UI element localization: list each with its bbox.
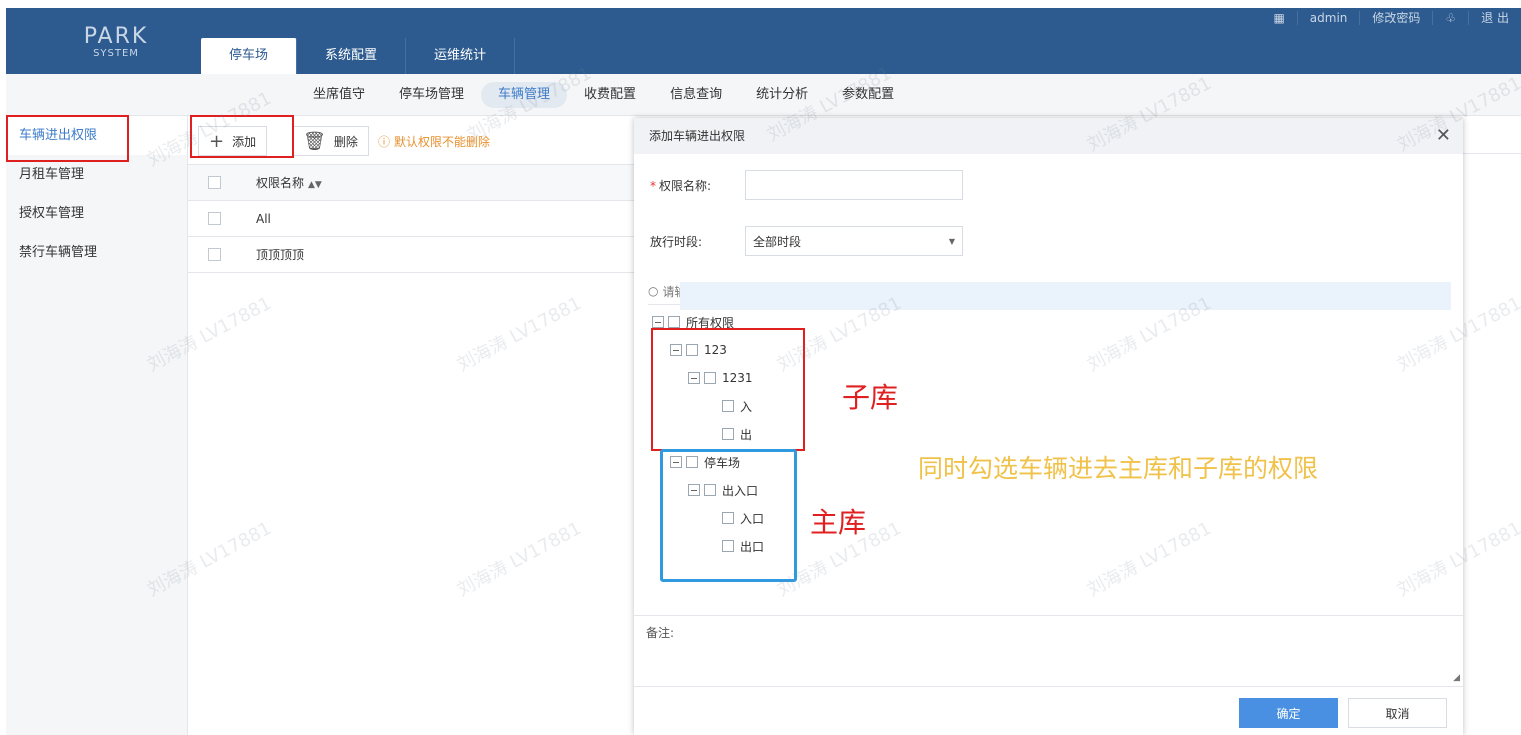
change-password-link[interactable]: 修改密码 xyxy=(1359,11,1432,25)
name-form-row: * 权限名称: xyxy=(650,170,963,200)
tree-checkbox[interactable] xyxy=(668,316,680,328)
sidebar-item-authorized-vehicle[interactable]: 授权车管理 xyxy=(6,194,187,233)
tab-parking-lot[interactable]: 停车场 xyxy=(201,38,298,74)
skin-icon[interactable]: ♧ xyxy=(1432,11,1468,25)
subnav-info-query[interactable]: 信息查询 xyxy=(653,82,739,108)
permission-name-cell: All xyxy=(256,212,271,226)
annotation-box-main xyxy=(660,449,797,582)
close-icon[interactable]: ✕ xyxy=(1436,118,1451,154)
table-row[interactable]: All xyxy=(188,201,635,237)
tree-hover-row xyxy=(680,282,1451,310)
grid-menu-icon[interactable]: ▦ xyxy=(1261,11,1296,25)
name-label: 权限名称: xyxy=(659,178,712,193)
trash-icon: 🗑 xyxy=(303,130,326,152)
subnav-statistics[interactable]: 统计分析 xyxy=(739,82,825,108)
remark-textarea[interactable]: 备注: ◢ xyxy=(634,615,1463,687)
annotation-sub-label: 子库 xyxy=(842,381,899,414)
subnav-charge-config[interactable]: 收费配置 xyxy=(567,82,653,108)
delete-button[interactable]: 🗑 删除 xyxy=(292,126,369,156)
top-header: PARK SYSTEM 停车场 系统配置 运维统计 ▦ admin 修改密码 ♧… xyxy=(6,8,1521,74)
permission-name-cell: 顶顶顶顶 xyxy=(256,248,305,262)
chevron-down-icon: ▼ xyxy=(948,236,955,246)
annotation-box-sub xyxy=(651,328,805,451)
collapse-icon[interactable] xyxy=(652,316,664,328)
period-form-row: 放行时段: 全部时段 ▼ xyxy=(650,226,963,256)
row-checkbox[interactable] xyxy=(207,248,221,261)
sub-navigation: 坐席值守 停车场管理 车辆管理 收费配置 信息查询 统计分析 参数配置 xyxy=(6,74,1521,116)
required-mark: * xyxy=(650,178,656,193)
main-tabs: 停车场 系统配置 运维统计 xyxy=(201,38,516,74)
tab-ops-statistics[interactable]: 运维统计 xyxy=(406,38,516,74)
watermark: 刘海涛 LV17881 xyxy=(453,292,585,376)
period-label: 放行时段: xyxy=(650,234,703,249)
top-right-menu: ▦ admin 修改密码 ♧ 退 出 xyxy=(1261,8,1521,28)
table-row[interactable]: 顶顶顶顶 xyxy=(188,237,635,273)
watermark: 刘海涛 LV17881 xyxy=(453,517,585,601)
period-select[interactable]: 全部时段 ▼ xyxy=(745,226,963,256)
subnav-parking-management[interactable]: 停车场管理 xyxy=(382,82,481,108)
sidebar: 车辆进出权限 月租车管理 授权车管理 禁行车辆管理 xyxy=(6,116,188,735)
divider xyxy=(1463,153,1521,154)
search-icon: ○ xyxy=(648,284,659,298)
logout-link[interactable]: 退 出 xyxy=(1468,11,1521,25)
permission-table: 权限名称 ▲▼ All 顶顶顶顶 xyxy=(188,164,635,273)
confirm-button[interactable]: 确定 xyxy=(1239,698,1338,728)
user-name[interactable]: admin xyxy=(1296,11,1360,25)
delete-hint: ⓘ 默认权限不能删除 xyxy=(378,135,491,149)
sort-icon[interactable]: ▲▼ xyxy=(308,180,322,190)
annotation-note: 同时勾选车辆进去主库和子库的权限 xyxy=(918,454,1319,483)
info-icon: ⓘ xyxy=(378,135,391,149)
subnav-vehicle-management[interactable]: 车辆管理 xyxy=(481,82,568,108)
tab-system-config[interactable]: 系统配置 xyxy=(297,38,407,74)
column-permission-name[interactable]: 权限名称 ▲▼ xyxy=(240,165,635,200)
cancel-button[interactable]: 取消 xyxy=(1348,698,1447,728)
dialog-title: 添加车辆进出权限 xyxy=(649,129,746,143)
annotation-main-label: 主库 xyxy=(810,506,867,539)
annotation-box-sidebar xyxy=(6,115,129,162)
select-all-checkbox[interactable] xyxy=(207,176,221,189)
dialog-header: 添加车辆进出权限 ✕ xyxy=(634,118,1463,154)
sidebar-item-banned-vehicle[interactable]: 禁行车辆管理 xyxy=(6,233,187,272)
resize-handle-icon[interactable]: ◢ xyxy=(1453,673,1460,683)
remark-label: 备注: xyxy=(646,626,675,640)
subnav-seat-duty[interactable]: 坐席值守 xyxy=(296,82,382,108)
table-header-row: 权限名称 ▲▼ xyxy=(188,165,635,201)
row-checkbox[interactable] xyxy=(207,212,221,225)
annotation-box-add xyxy=(190,115,294,158)
park-system-logo: PARK SYSTEM xyxy=(83,24,149,60)
permission-name-input[interactable] xyxy=(745,170,963,200)
subnav-param-config[interactable]: 参数配置 xyxy=(825,82,911,108)
